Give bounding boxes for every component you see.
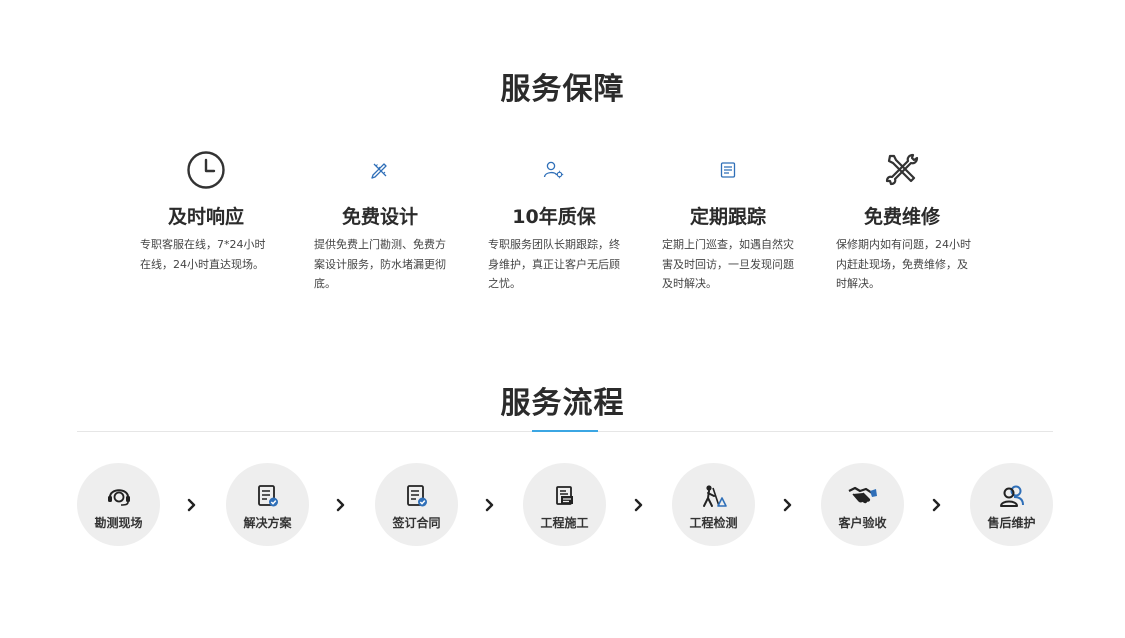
guarantee-item-title: 定期跟踪 <box>689 206 766 228</box>
process-step-acceptance: 客户验收 <box>821 463 904 546</box>
process-step-label: 客户验收 <box>838 516 887 530</box>
chevron-right-icon <box>335 496 347 514</box>
guarantee-item-title: 及时响应 <box>167 206 244 228</box>
process-step-construction: 工程施工 <box>523 463 606 546</box>
users-icon <box>970 483 1053 509</box>
document-icon <box>654 150 802 190</box>
guarantee-item-desc: 提供免费上门勘测、免费方案设计服务，防水堵漏更彻底。 <box>314 238 446 290</box>
guarantee-item-desc: 定期上门巡查，如遇自然灾害及时回访，一旦发现问题及时解决。 <box>662 238 794 290</box>
headset-icon <box>77 483 160 509</box>
chevron-right-icon <box>484 496 496 514</box>
chevron-right-icon <box>186 496 198 514</box>
process-step-inspection: 工程检测 <box>672 463 755 546</box>
guarantee-item-title: 免费维修 <box>863 206 940 228</box>
process-step-label: 解决方案 <box>243 516 292 530</box>
chevron-right-icon <box>931 496 943 514</box>
process-step-label: 售后维护 <box>987 516 1036 530</box>
checklist-icon <box>226 483 309 509</box>
divider-accent <box>532 430 598 432</box>
tools-icon <box>828 150 976 190</box>
user-gear-icon <box>480 150 628 190</box>
ruler-pencil-icon <box>306 150 454 190</box>
section-title-guarantee: 服务保障 <box>500 72 625 107</box>
process-step-survey: 勘测现场 <box>77 463 160 546</box>
contract-icon <box>375 483 458 509</box>
guarantee-item-desc: 专职服务团队长期跟踪，终身维护，真正让客户无后顾之忧。 <box>488 238 620 290</box>
guarantee-item-title: 10年质保 <box>512 206 596 228</box>
handshake-icon <box>821 483 904 509</box>
process-step-contract: 签订合同 <box>375 463 458 546</box>
process-step-label: 签订合同 <box>392 516 441 530</box>
process-step-label: 工程检测 <box>689 516 738 530</box>
guarantee-item-desc: 保修期内如有问题，24小时内赶赴现场，免费维修，及时解决。 <box>836 238 971 290</box>
construction-icon <box>523 483 606 509</box>
process-step-solution: 解决方案 <box>226 463 309 546</box>
guarantee-item-desc: 专职客服在线，7*24小时在线，24小时直达现场。 <box>140 238 266 271</box>
process-step-label: 勘测现场 <box>94 516 143 530</box>
worker-icon <box>672 483 755 509</box>
section-title-process: 服务流程 <box>500 386 625 421</box>
process-step-maintenance: 售后维护 <box>970 463 1053 546</box>
process-step-label: 工程施工 <box>540 516 589 530</box>
chevron-right-icon <box>633 496 645 514</box>
guarantee-item-title: 免费设计 <box>341 206 418 228</box>
chevron-right-icon <box>782 496 794 514</box>
clock-icon <box>132 150 280 190</box>
